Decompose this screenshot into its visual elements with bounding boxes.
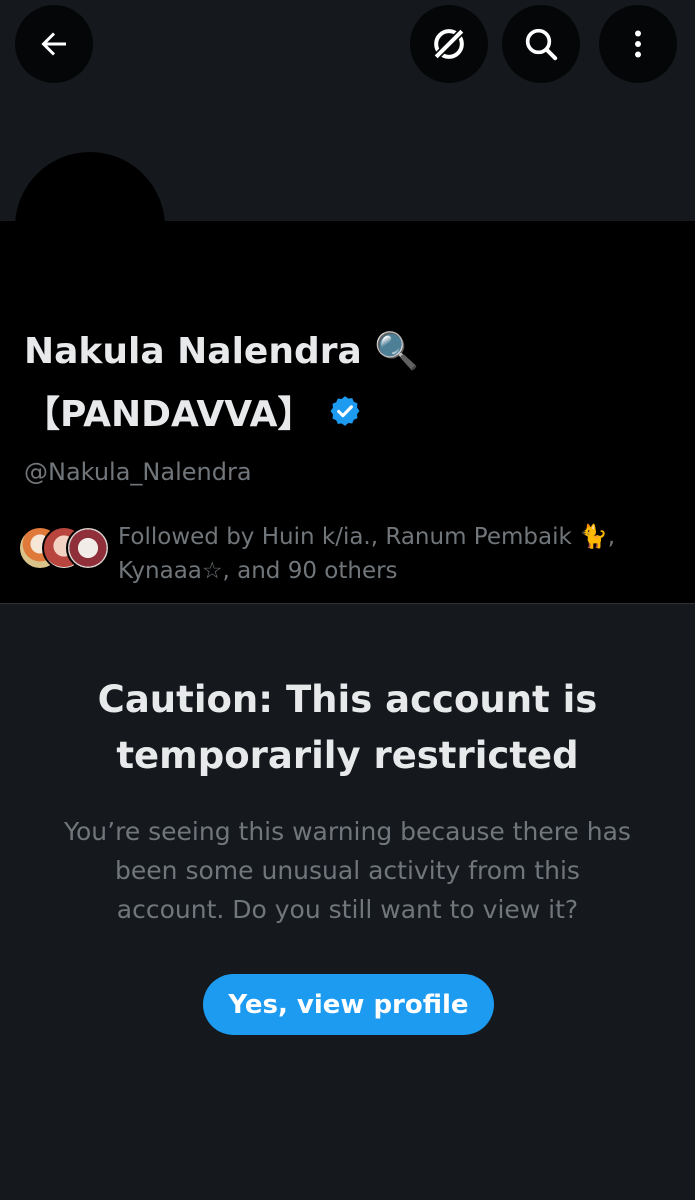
grok-icon xyxy=(431,26,467,62)
display-name-line2: 【PANDAVVA】 xyxy=(24,385,362,437)
view-profile-button[interactable]: Yes, view profile xyxy=(203,974,494,1035)
follower-avatars xyxy=(18,520,110,570)
verified-badge-icon[interactable] xyxy=(328,394,362,428)
more-button[interactable] xyxy=(599,5,677,83)
search-button[interactable] xyxy=(502,5,580,83)
back-button[interactable] xyxy=(15,5,93,83)
search-icon xyxy=(525,28,558,61)
restriction-message: You’re seeing this warning because there… xyxy=(64,817,631,924)
followed-by-text: Followed by Huin k/ia., Ranum Pembaik 🐈,… xyxy=(118,524,616,584)
grok-button[interactable] xyxy=(410,5,488,83)
more-vertical-icon xyxy=(635,30,641,58)
display-name-line1: Nakula Nalendra 🔍 xyxy=(24,330,419,372)
restriction-title: Caution: This account is temporarily res… xyxy=(97,678,598,777)
avatar-clip xyxy=(0,0,695,221)
divider xyxy=(0,603,695,604)
display-name-suffix: 【PANDAVVA】 xyxy=(24,394,314,435)
follower-avatar-3 xyxy=(66,526,110,570)
profile-handle: @Nakula_Nalendra xyxy=(24,458,252,486)
arrow-left-icon xyxy=(41,32,66,56)
display-name-text: Nakula Nalendra 🔍 xyxy=(24,331,420,372)
avatar[interactable] xyxy=(15,152,165,221)
followed-by-row[interactable]: Followed by Huin k/ia., Ranum Pembaik 🐈,… xyxy=(18,520,678,588)
